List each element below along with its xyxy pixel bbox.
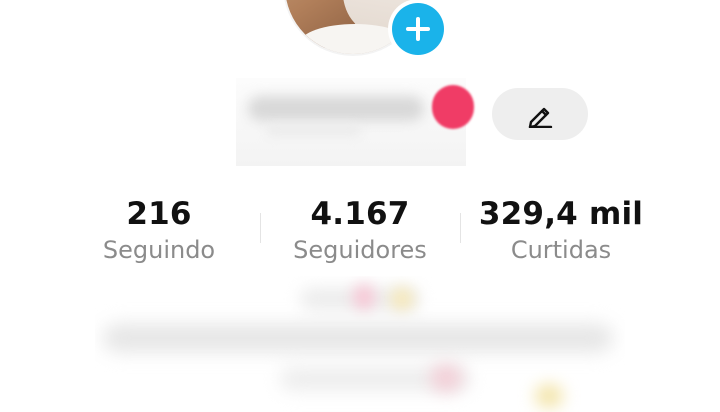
blurred-emoji	[390, 287, 414, 311]
add-photo-plus-icon[interactable]	[392, 3, 444, 55]
stat-divider-2	[460, 213, 461, 243]
stat-likes[interactable]: 329,4 mil Curtidas	[466, 194, 656, 266]
pink-status-tag	[432, 85, 474, 129]
blurred-emoji	[353, 284, 375, 310]
stat-following[interactable]: 216 Seguindo	[64, 194, 254, 266]
blurred-emoji	[430, 364, 462, 392]
blurred-name-subtext	[266, 125, 361, 136]
blurred-emoji	[535, 384, 563, 408]
stat-following-value: 216	[126, 196, 192, 232]
stat-followers-value: 4.167	[310, 196, 410, 232]
stat-followers[interactable]: 4.167 Seguidores	[265, 194, 455, 266]
blurred-username	[236, 78, 466, 166]
pencil-icon	[528, 107, 553, 128]
stat-likes-value: 329,4 mil	[478, 196, 644, 232]
stat-likes-label: Curtidas	[510, 236, 612, 264]
stat-divider-1	[260, 213, 261, 243]
stat-following-label: Seguindo	[102, 236, 216, 264]
blurred-bio	[95, 276, 625, 412]
blurred-name-text	[248, 96, 424, 121]
blurred-bio-line	[103, 324, 613, 352]
stat-followers-label: Seguidores	[293, 236, 427, 264]
